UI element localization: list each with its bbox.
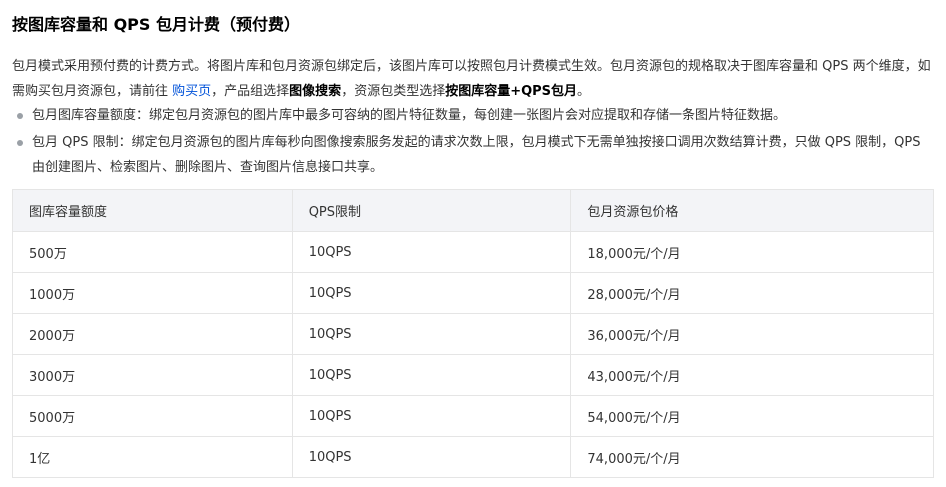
bullet-item: 包月图库容量额度：绑定包月资源包的图片库中最多可容纳的图片特征数量，每创建一张图… (12, 103, 934, 128)
header-qps: QPS限制 (291, 189, 572, 232)
cell-qps: 10QPS (291, 272, 572, 314)
header-capacity: 图库容量额度 (12, 189, 293, 232)
table-row: 1000万 10QPS 28,000元/个/月 (12, 272, 934, 314)
table-row: 500万 10QPS 18,000元/个/月 (12, 231, 934, 273)
cell-capacity: 500万 (12, 231, 293, 273)
cell-capacity: 2000万 (12, 313, 293, 355)
cell-price: 43,000元/个/月 (570, 354, 934, 396)
purchase-page-link[interactable]: 购买页 (172, 84, 211, 99)
intro-text-3: ，资源包类型选择 (341, 84, 446, 99)
intro-bold-package: 按图库容量+QPS包月 (445, 84, 578, 99)
table-header-row: 图库容量额度 QPS限制 包月资源包价格 (12, 189, 934, 232)
cell-qps: 10QPS (291, 436, 572, 478)
cell-price: 54,000元/个/月 (570, 395, 934, 437)
bullet-dot-icon (17, 140, 23, 146)
intro-paragraph: 包月模式采用预付费的计费方式。将图片库和包月资源包绑定后，该图片库可以按照包月计… (12, 54, 934, 104)
table-row: 2000万 10QPS 36,000元/个/月 (12, 313, 934, 355)
header-price: 包月资源包价格 (570, 189, 934, 232)
cell-capacity: 1000万 (12, 272, 293, 314)
table-row: 3000万 10QPS 43,000元/个/月 (12, 354, 934, 396)
intro-text-2: ，产品组选择 (211, 84, 290, 99)
bullet-text: 包月图库容量额度：绑定包月资源包的图片库中最多可容纳的图片特征数量，每创建一张图… (32, 108, 787, 123)
section-heading: 按图库容量和 QPS 包月计费（预付费） (12, 15, 300, 34)
pricing-table: 图库容量额度 QPS限制 包月资源包价格 500万 10QPS 18,000元/… (12, 189, 934, 478)
table-row: 5000万 10QPS 54,000元/个/月 (12, 395, 934, 437)
cell-price: 74,000元/个/月 (570, 436, 934, 478)
cell-price: 36,000元/个/月 (570, 313, 934, 355)
bullet-list: 包月图库容量额度：绑定包月资源包的图片库中最多可容纳的图片特征数量，每创建一张图… (12, 103, 934, 182)
intro-bold-product: 图像搜索 (289, 84, 342, 99)
cell-price: 18,000元/个/月 (570, 231, 934, 273)
cell-capacity: 3000万 (12, 354, 293, 396)
table-row: 1亿 10QPS 74,000元/个/月 (12, 436, 934, 478)
cell-qps: 10QPS (291, 395, 572, 437)
cell-price: 28,000元/个/月 (570, 272, 934, 314)
cell-qps: 10QPS (291, 354, 572, 396)
cell-capacity: 5000万 (12, 395, 293, 437)
intro-text-4: 。 (577, 84, 591, 99)
cell-qps: 10QPS (291, 231, 572, 273)
document-page: 按图库容量和 QPS 包月计费（预付费） 包月模式采用预付费的计费方式。将图片库… (0, 0, 946, 487)
bullet-text: 包月 QPS 限制：绑定包月资源包的图片库每秒向图像搜索服务发起的请求次数上限，… (32, 135, 921, 175)
bullet-dot-icon (17, 113, 23, 119)
cell-qps: 10QPS (291, 313, 572, 355)
bullet-item: 包月 QPS 限制：绑定包月资源包的图片库每秒向图像搜索服务发起的请求次数上限，… (12, 130, 934, 180)
cell-capacity: 1亿 (12, 436, 293, 478)
